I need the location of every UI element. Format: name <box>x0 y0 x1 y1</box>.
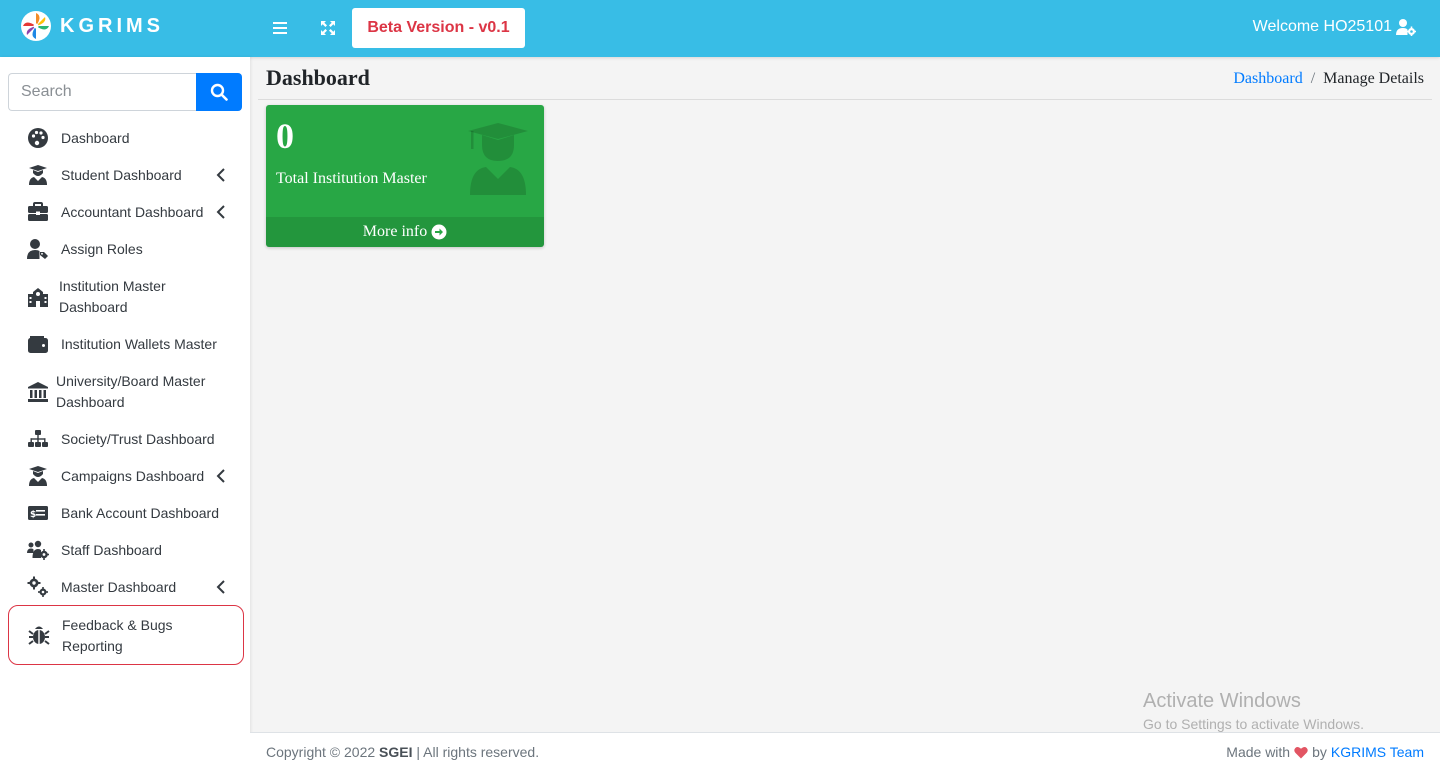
sidebar-item-assign-roles[interactable]: Assign Roles <box>8 232 242 266</box>
beta-version-badge: Beta Version - v0.1 <box>352 8 525 48</box>
cogs-icon <box>26 575 50 599</box>
copyright-org: SGEI <box>379 744 413 760</box>
sitemap-icon <box>26 427 50 451</box>
breadcrumb-link-dashboard[interactable]: Dashboard <box>1233 70 1302 88</box>
welcome-text: Welcome HO25101 <box>1252 18 1392 35</box>
rights-text: | All rights reserved. <box>416 744 540 760</box>
chevron-left-icon <box>216 168 225 182</box>
sidebar-item-label: Institution Master Dashboard <box>59 278 166 315</box>
page-footer: Copyright © 2022 SGEI | All rights reser… <box>250 732 1440 766</box>
chevron-left-icon <box>216 205 225 219</box>
user-tag-icon <box>26 237 50 261</box>
breadcrumb-current: Manage Details <box>1323 70 1424 87</box>
palette-icon <box>26 126 50 150</box>
sidebar-item-label: Institution Wallets Master <box>61 336 217 352</box>
sidebar-item-label: Society/Trust Dashboard <box>61 431 215 447</box>
sidebar-item-label: University/Board Master Dashboard <box>56 373 206 410</box>
search-input[interactable] <box>8 73 196 111</box>
sidebar-item-label: Campaigns Dashboard <box>61 468 205 484</box>
sidebar-item-bank-account-dashboard[interactable]: $ Bank Account Dashboard <box>8 496 242 530</box>
svg-text:$: $ <box>30 510 36 520</box>
watermark-subtitle: Go to Settings to activate Windows. <box>1143 716 1364 732</box>
top-navbar: KGRIMS Beta Version - v0.1 Welcome HO251… <box>0 0 1440 57</box>
footer-copyright: Copyright © 2022 SGEI | All rights reser… <box>266 744 539 760</box>
search-icon <box>210 83 228 101</box>
hamburger-menu-button[interactable] <box>272 20 288 36</box>
sidebar-item-master-dashboard[interactable]: Master Dashboard <box>8 570 242 604</box>
content-header: Dashboard Dashboard / Manage Details <box>250 57 1440 100</box>
sidebar-item-label: Dashboard <box>61 130 130 146</box>
sidebar-item-label: Staff Dashboard <box>61 542 162 558</box>
chevron-left-icon <box>216 580 225 594</box>
sidebar-item-campaigns-dashboard[interactable]: Campaigns Dashboard <box>8 459 242 493</box>
activate-windows-watermark: Activate Windows Go to Settings to activ… <box>1143 689 1364 733</box>
wallet-icon <box>26 332 50 356</box>
heart-icon <box>1294 746 1308 758</box>
more-info-link[interactable]: More info <box>266 217 544 247</box>
sidebar-item-staff-dashboard[interactable]: Staff Dashboard <box>8 533 242 567</box>
team-link[interactable]: KGRIMS Team <box>1331 744 1424 760</box>
sidebar-item-label: Student Dashboard <box>61 167 182 183</box>
money-check-icon: $ <box>26 501 50 525</box>
fullscreen-button[interactable] <box>320 20 336 36</box>
bug-icon <box>27 623 51 647</box>
sidebar-item-feedback-bugs-reporting[interactable]: Feedback & Bugs Reporting <box>8 605 244 665</box>
user-menu[interactable]: Welcome HO25101 <box>1253 18 1416 36</box>
briefcase-icon <box>26 200 50 224</box>
graduate-icon <box>26 464 50 488</box>
sidebar-item-accountant-dashboard[interactable]: Accountant Dashboard <box>8 195 242 229</box>
watermark-title: Activate Windows <box>1143 690 1301 712</box>
card-label: Total Institution Master <box>276 170 427 187</box>
sidebar-item-university-board-master[interactable]: University/Board Master Dashboard <box>8 365 242 419</box>
more-info-label: More info <box>362 223 428 240</box>
university-icon <box>26 380 50 404</box>
school-icon <box>26 285 50 309</box>
page-title: Dashboard <box>266 65 370 90</box>
sidebar-item-label: Bank Account Dashboard <box>61 505 219 521</box>
total-institution-master-card: 0 Total Institution Master More info <box>266 105 544 247</box>
breadcrumb-separator: / <box>1310 70 1316 87</box>
pinwheel-logo-icon <box>21 11 51 41</box>
sidebar-item-society-trust-dashboard[interactable]: Society/Trust Dashboard <box>8 422 242 456</box>
arrow-circle-right-icon <box>431 224 447 240</box>
sidebar-item-dashboard[interactable]: Dashboard <box>8 121 242 155</box>
copyright-text: Copyright © 2022 <box>266 744 376 760</box>
users-cog-icon <box>26 538 50 562</box>
sidebar-item-institution-wallets-master[interactable]: Institution Wallets Master <box>8 327 242 361</box>
brand-name: KGRIMS <box>60 14 164 37</box>
hamburger-icon <box>273 22 287 34</box>
header-divider <box>258 99 1432 100</box>
user-graduate-icon <box>468 123 528 195</box>
footer-credits: Made with by KGRIMS Team <box>1226 744 1424 760</box>
sidebar-item-label: Feedback & Bugs Reporting <box>62 617 173 654</box>
user-cog-icon <box>1396 19 1416 36</box>
chevron-left-icon <box>216 469 225 483</box>
breadcrumb: Dashboard / Manage Details <box>1233 70 1424 88</box>
search-button[interactable] <box>196 73 242 111</box>
sidebar-item-label: Accountant Dashboard <box>61 204 204 220</box>
made-with-text: Made with <box>1226 744 1291 760</box>
sidebar-item-institution-master-dashboard[interactable]: Institution Master Dashboard <box>8 270 242 324</box>
by-text: by <box>1312 744 1327 760</box>
sidebar-item-student-dashboard[interactable]: Student Dashboard <box>8 158 242 192</box>
sidebar-item-label: Assign Roles <box>61 241 143 257</box>
sidebar-search <box>8 73 242 111</box>
brand-logo[interactable]: KGRIMS <box>20 10 164 42</box>
sidebar-item-label: Master Dashboard <box>61 579 177 595</box>
expand-arrows-icon <box>321 21 335 35</box>
graduate-icon <box>26 163 50 187</box>
card-value: 0 <box>276 116 294 156</box>
